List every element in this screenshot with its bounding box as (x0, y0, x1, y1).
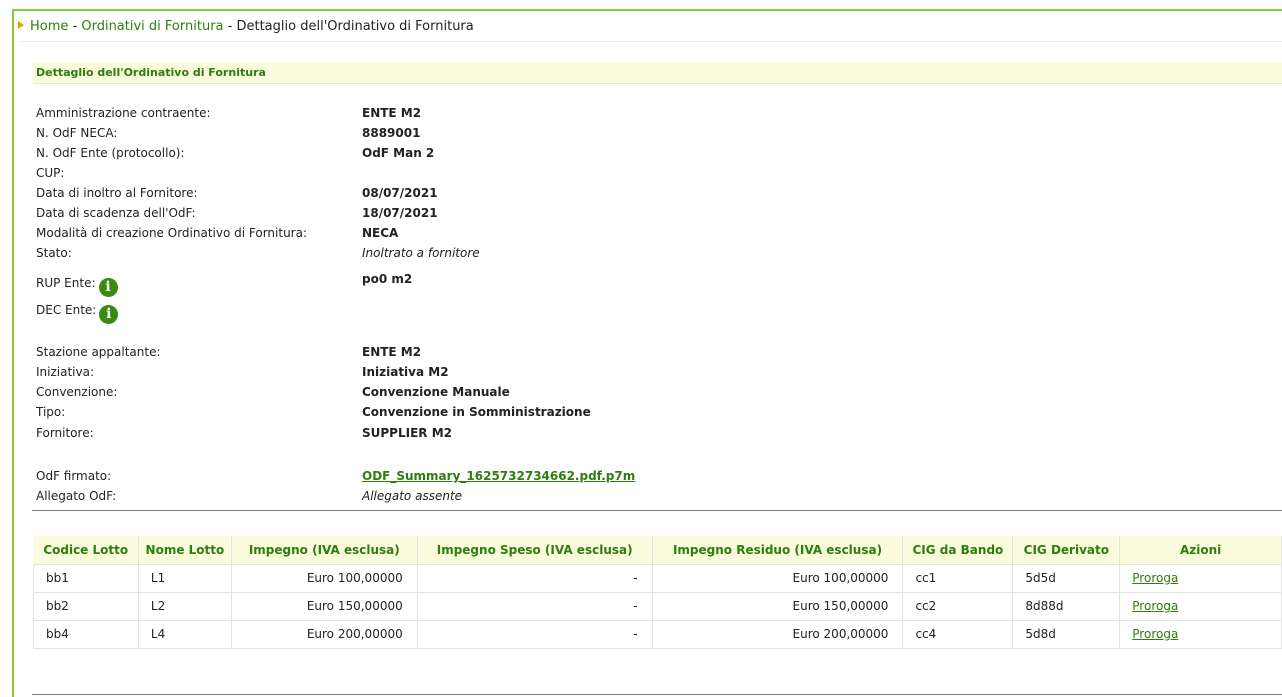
table-row: bb1 L1 Euro 100,00000 - Euro 100,00000 c… (33, 563, 1282, 593)
detail-label: N. OdF Ente (protocollo): (36, 146, 185, 160)
cell-azioni: Proroga (1119, 563, 1282, 593)
cell-impegno: Euro 100,00000 (230, 563, 418, 593)
cell-cig-bando: cc1 (902, 563, 1014, 593)
cell-codice: bb1 (33, 563, 139, 593)
detail-value: Convenzione in Somministrazione (362, 405, 591, 419)
divider (32, 510, 1282, 511)
section-title: Dettaglio dell'Ordinativo di Fornitura (33, 62, 1282, 84)
cell-nome: L2 (137, 591, 232, 621)
lotti-table: Codice Lotto Nome Lotto Impegno (IVA esc… (33, 536, 1282, 649)
cell-codice: bb2 (33, 591, 139, 621)
detail-label: CUP: (36, 166, 65, 180)
column-header: Nome Lotto (138, 536, 232, 564)
cell-speso: - (416, 591, 653, 621)
cell-residuo: Euro 200,00000 (651, 619, 904, 649)
divider (32, 694, 1282, 695)
cell-azioni: Proroga (1119, 591, 1282, 621)
cell-speso: - (416, 619, 653, 649)
detail-label: Amministrazione contraente: (36, 106, 211, 120)
breadcrumb-separator: - (68, 19, 82, 34)
info-icon[interactable]: i (98, 278, 118, 297)
cell-cig-derivato: 8d88d (1012, 591, 1121, 621)
detail-value: po0 m2 (362, 272, 413, 286)
cell-cig-derivato: 5d8d (1012, 619, 1121, 649)
detail-label: N. OdF NECA: (36, 126, 118, 140)
cell-residuo: Euro 150,00000 (651, 591, 904, 621)
table-row: bb4 L4 Euro 200,00000 - Euro 200,00000 c… (33, 619, 1282, 649)
cell-codice: bb4 (33, 619, 139, 649)
detail-label: Fornitore: (36, 426, 94, 440)
proroga-link[interactable]: Proroga (1132, 571, 1178, 585)
rup-label-text: RUP Ente: (36, 276, 96, 290)
detail-label: Stato: (36, 246, 72, 260)
odf-file-link[interactable]: ODF_Summary_1625732734662.pdf.p7m (362, 469, 635, 483)
detail-value: Convenzione Manuale (362, 385, 510, 399)
breadcrumb-separator: - (223, 19, 237, 34)
detail-value: SUPPLIER M2 (362, 426, 452, 440)
breadcrumb: Home - Ordinativi di Fornitura - Dettagl… (18, 16, 1282, 42)
detail-value: 18/07/2021 (362, 206, 438, 220)
breadcrumb-current: Dettaglio dell'Ordinativo di Fornitura (236, 19, 474, 34)
detail-label: Data di scadenza dell'OdF: (36, 206, 196, 220)
breadcrumb-ordinativi-link[interactable]: Ordinativi di Fornitura (81, 19, 223, 34)
cell-cig-derivato: 5d5d (1012, 563, 1121, 593)
detail-value: 8889001 (362, 126, 421, 140)
cell-nome: L4 (137, 619, 232, 649)
detail-label: Allegato OdF: (36, 489, 117, 503)
detail-value: NECA (362, 226, 399, 240)
detail-value: 08/07/2021 (362, 186, 438, 200)
detail-label: Convenzione: (36, 385, 118, 399)
detail-label: Modalità di creazione Ordinativo di Forn… (36, 226, 308, 240)
cell-residuo: Euro 100,00000 (651, 563, 904, 593)
cell-cig-bando: cc4 (902, 619, 1014, 649)
detail-label: DEC Ente: i (36, 303, 119, 324)
column-header: Azioni (1119, 536, 1282, 564)
detail-label: Iniziativa: (36, 365, 95, 379)
info-icon[interactable]: i (99, 305, 119, 324)
column-header: CIG Derivato (1012, 536, 1121, 564)
cell-impegno: Euro 150,00000 (230, 591, 418, 621)
table-row: bb2 L2 Euro 150,00000 - Euro 150,00000 c… (33, 591, 1282, 621)
breadcrumb-arrow-icon (18, 21, 24, 29)
detail-value: ENTE M2 (362, 106, 422, 120)
detail-label: Data di inoltro al Fornitore: (36, 186, 198, 200)
detail-label: RUP Ente: i (36, 276, 118, 297)
cell-impegno: Euro 200,00000 (230, 619, 418, 649)
detail-label: OdF firmato: (36, 469, 112, 483)
column-header: Impegno Residuo (IVA esclusa) (652, 536, 904, 564)
proroga-link[interactable]: Proroga (1132, 599, 1178, 613)
detail-value: OdF Man 2 (362, 146, 435, 160)
cell-cig-bando: cc2 (902, 591, 1014, 621)
cell-speso: - (416, 563, 653, 593)
detail-value: Iniziativa M2 (362, 365, 449, 379)
breadcrumb-home-link[interactable]: Home (30, 19, 68, 34)
cell-nome: L1 (137, 563, 232, 593)
detail-value: ODF_Summary_1625732734662.pdf.p7m (362, 469, 635, 483)
detail-value: Inoltrato a fornitore (362, 246, 480, 260)
detail-value: ENTE M2 (362, 345, 422, 359)
dec-label-text: DEC Ente: (36, 303, 97, 317)
detail-label: Tipo: (36, 405, 66, 419)
proroga-link[interactable]: Proroga (1132, 627, 1178, 641)
column-header: Codice Lotto (33, 536, 139, 564)
column-header: Impegno (IVA esclusa) (231, 536, 418, 564)
column-header: Impegno Speso (IVA esclusa) (417, 536, 653, 564)
detail-label: Stazione appaltante: (36, 345, 161, 359)
cell-azioni: Proroga (1119, 619, 1282, 649)
column-header: CIG da Bando (902, 536, 1014, 564)
table-header-row: Codice Lotto Nome Lotto Impegno (IVA esc… (33, 536, 1282, 564)
detail-value: Allegato assente (362, 489, 463, 503)
